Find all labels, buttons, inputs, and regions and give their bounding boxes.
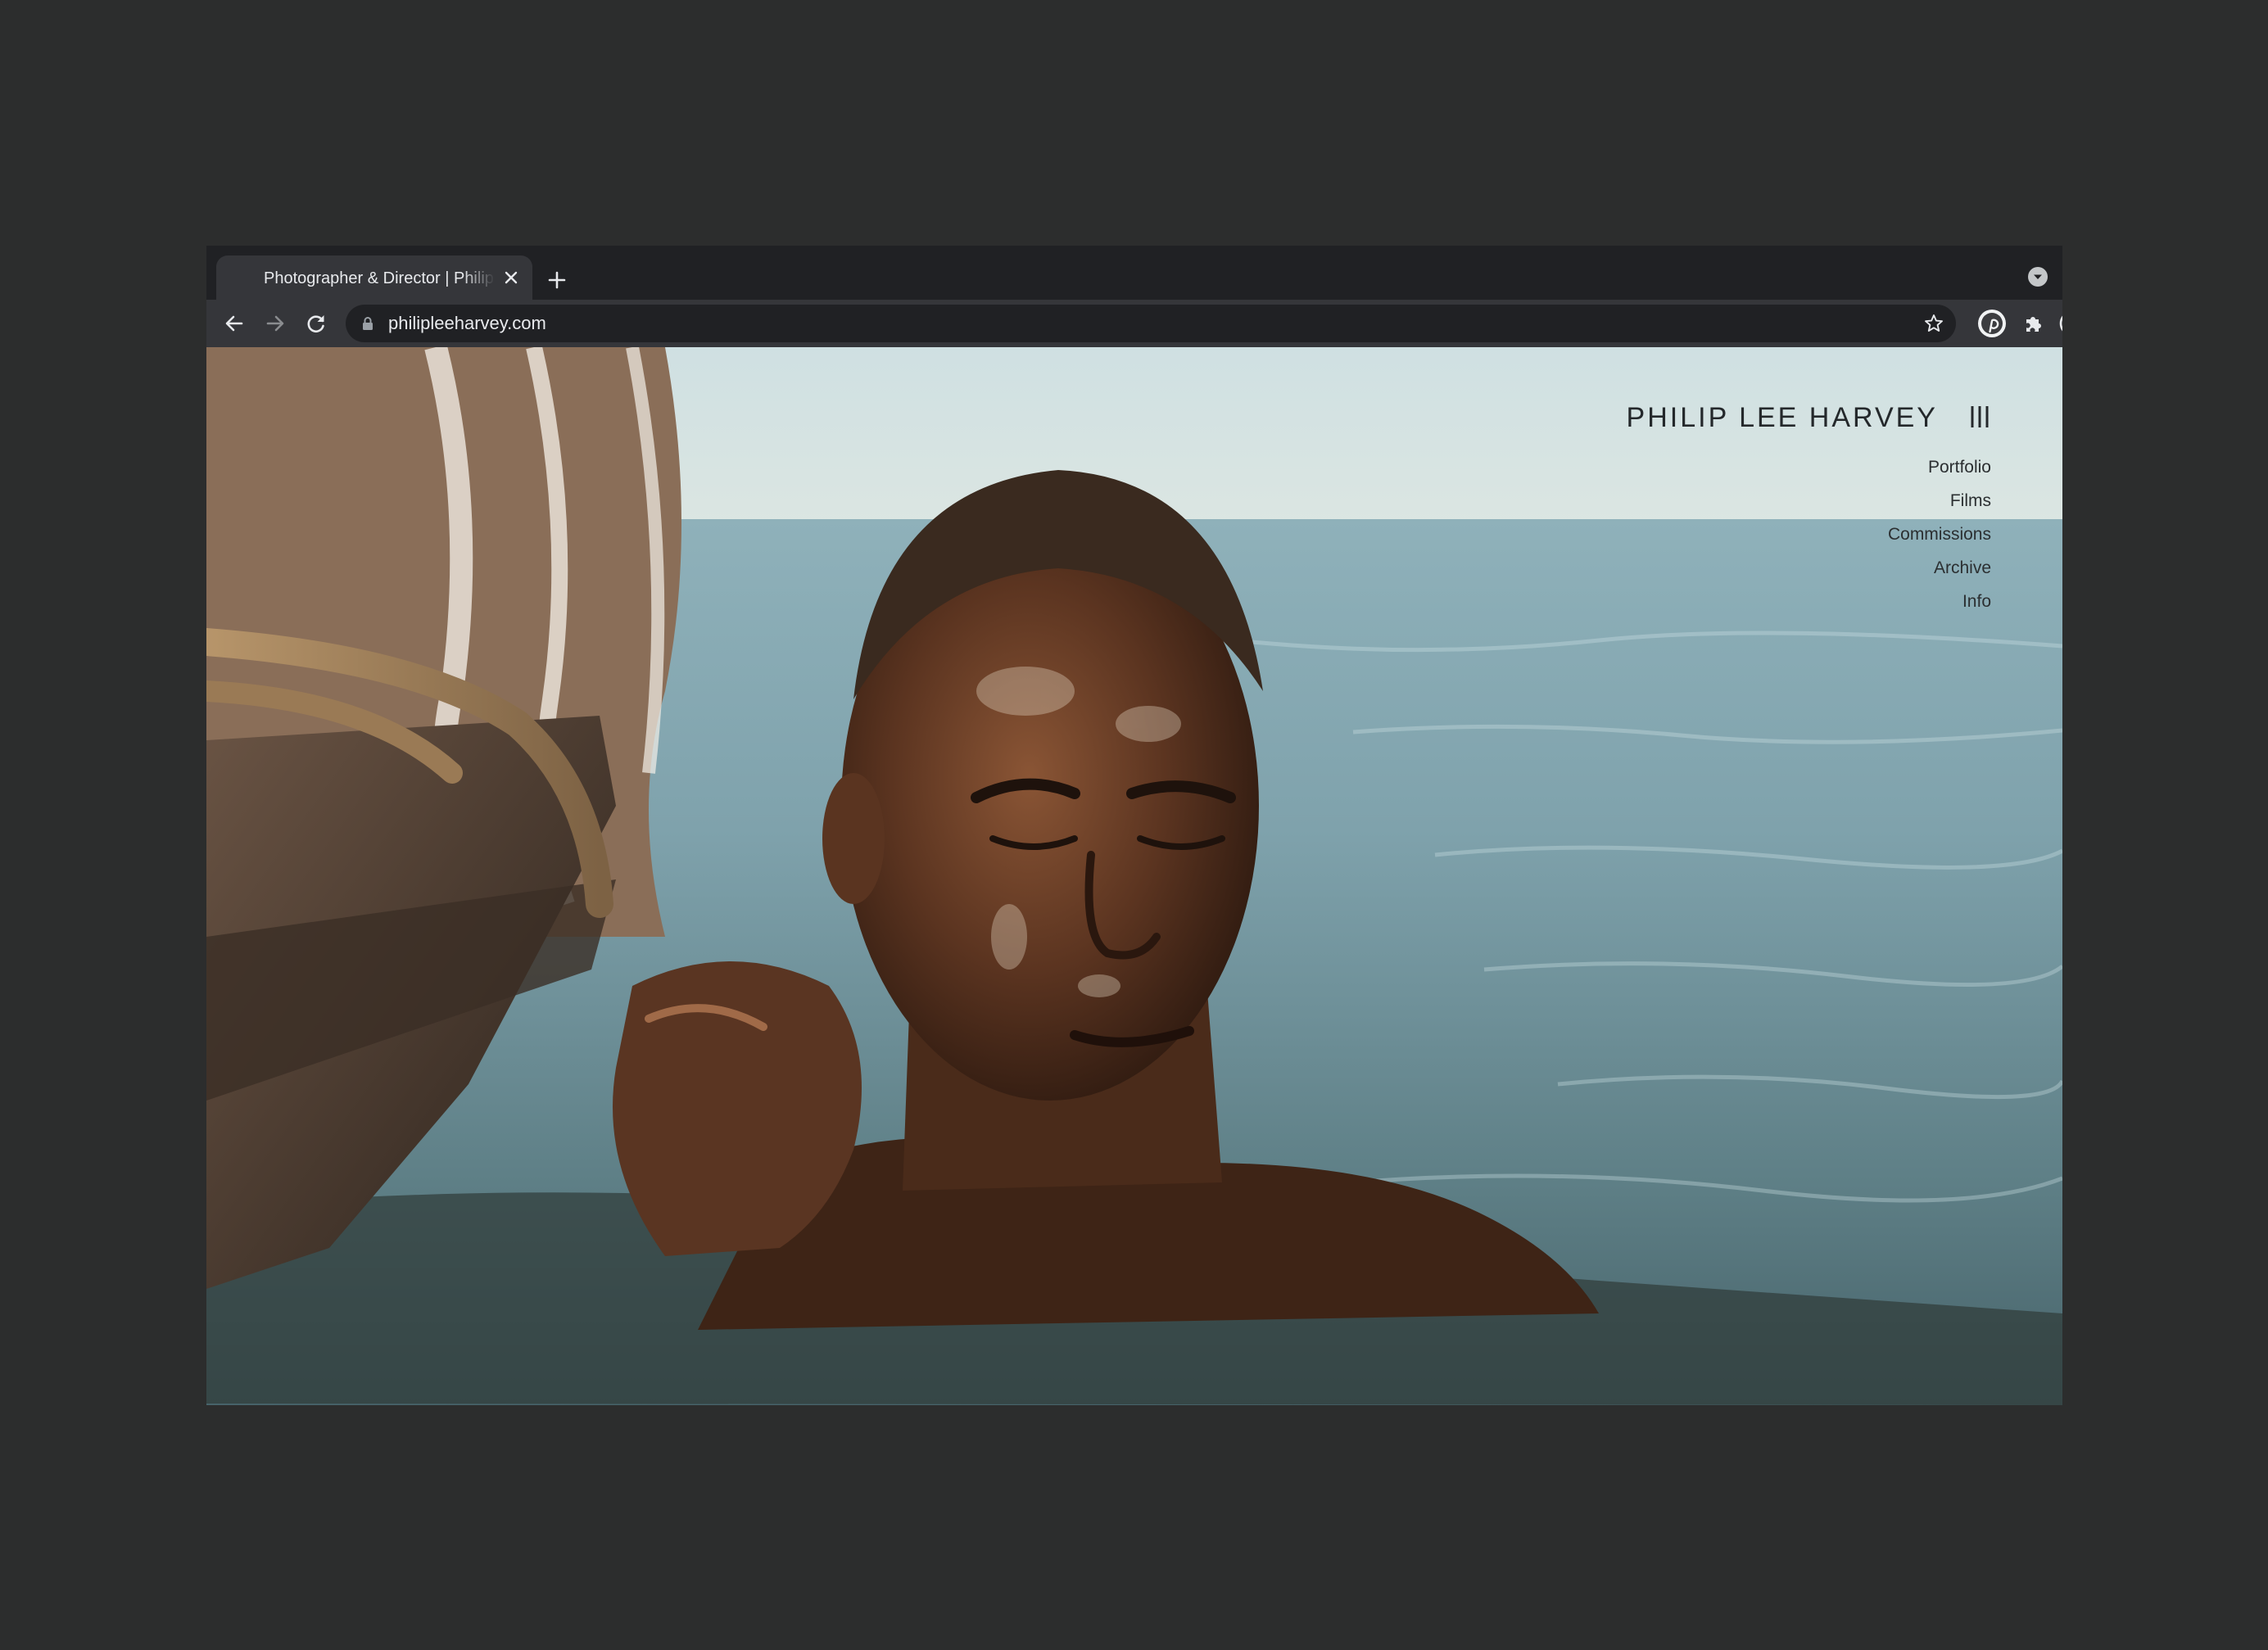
- close-icon[interactable]: [501, 268, 521, 287]
- circular-extension-icon[interactable]: [2056, 307, 2062, 340]
- nav-item-archive[interactable]: Archive: [1888, 551, 1991, 585]
- tab-title: Photographer & Director | Philip Lee Har…: [264, 269, 495, 287]
- pinterest-icon[interactable]: [1976, 307, 2008, 340]
- hamburger-bars-icon[interactable]: [1967, 405, 1992, 429]
- browser-window: Photographer & Director | Philip Lee Har…: [206, 246, 2062, 1405]
- nav-item-portfolio[interactable]: Portfolio: [1888, 450, 1991, 484]
- site-nav: Portfolio Films Commissions Archive Info: [1888, 450, 1991, 618]
- plus-icon[interactable]: [541, 264, 573, 296]
- reload-icon[interactable]: [300, 307, 333, 340]
- arrow-right-icon[interactable]: [259, 307, 292, 340]
- nav-item-info[interactable]: Info: [1888, 585, 1991, 618]
- web-page: PHILIP LEE HARVEY Portfolio Films Commis…: [206, 347, 2062, 1405]
- address-bar[interactable]: philipleeharvey.com: [346, 305, 1956, 342]
- site-title[interactable]: PHILIP LEE HARVEY: [1627, 401, 1938, 434]
- nav-item-films[interactable]: Films: [1888, 484, 1991, 518]
- hero-photo: [206, 347, 2062, 1405]
- lock-icon[interactable]: [359, 314, 377, 332]
- url-text: philipleeharvey.com: [388, 313, 546, 333]
- browser-toolbar: philipleeharvey.com: [206, 300, 2062, 347]
- nav-item-commissions[interactable]: Commissions: [1888, 518, 1991, 551]
- puzzle-icon[interactable]: [2017, 307, 2049, 340]
- tab-strip: Photographer & Director | Philip Lee Har…: [206, 246, 2062, 300]
- arrow-left-icon[interactable]: [218, 307, 251, 340]
- active-tab[interactable]: Photographer & Director | Philip Lee Har…: [216, 255, 532, 300]
- chevron-down-circle-icon[interactable]: [2026, 265, 2049, 288]
- star-icon[interactable]: [1923, 313, 1944, 334]
